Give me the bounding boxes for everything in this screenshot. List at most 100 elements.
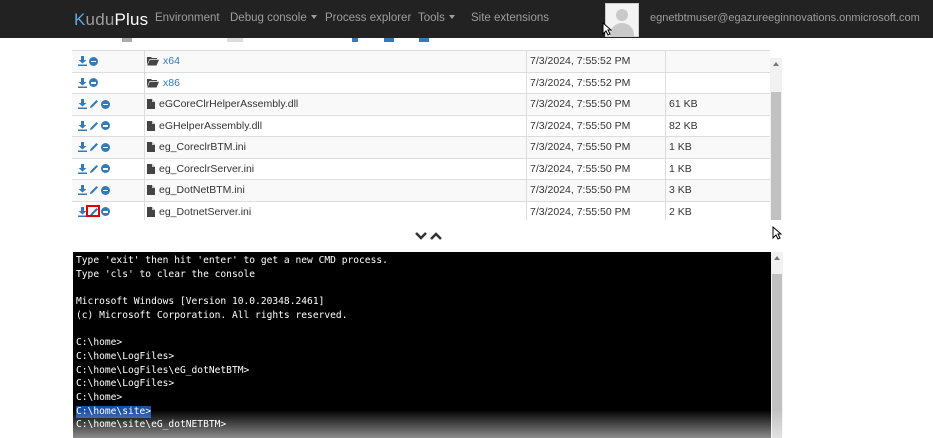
file-name-cell[interactable]: eGCoreClrHelperAssembly.dll: [144, 94, 529, 115]
file-name-label[interactable]: eg_CoreclrBTM.ini: [159, 141, 246, 153]
resize-toggle-chevrons-icon[interactable]: [414, 229, 444, 243]
download-icon[interactable]: [78, 185, 87, 196]
scrollbar-thumb[interactable]: [771, 92, 781, 220]
caret-down-icon: [448, 15, 455, 19]
download-icon[interactable]: [78, 163, 87, 174]
file-size-cell: 82 KB: [665, 115, 774, 137]
edit-pencil-icon[interactable]: [89, 185, 99, 195]
folder-open-icon: [147, 78, 159, 88]
file-name-label[interactable]: x86: [163, 77, 180, 89]
file-name-label[interactable]: eg_DotnetServer.ini: [159, 206, 251, 218]
file-size-cell: [665, 51, 774, 72]
mouse-cursor-icon: [602, 22, 612, 36]
mouse-cursor-icon: [772, 226, 782, 240]
toolbar-remnant: [419, 38, 429, 42]
file-name-label[interactable]: eg_CoreclrServer.ini: [159, 163, 254, 175]
nav-debug-console[interactable]: Debug console: [230, 12, 317, 24]
modified-date-cell: 7/3/2024, 7:55:50 PM: [526, 158, 666, 180]
delete-icon[interactable]: [89, 78, 98, 88]
delete-icon[interactable]: [101, 121, 110, 131]
file-name-cell[interactable]: eg_DotnetServer.ini: [144, 201, 529, 220]
delete-icon[interactable]: [101, 185, 110, 195]
delete-icon[interactable]: [89, 56, 98, 66]
download-icon[interactable]: [78, 120, 87, 131]
file-name-cell[interactable]: eGHelperAssembly.dll: [144, 115, 529, 137]
console-line: Type 'cls' to clear the console: [76, 268, 256, 280]
highlight-marker: [86, 205, 100, 217]
file-name-label[interactable]: eGCoreClrHelperAssembly.dll: [159, 98, 298, 110]
file-icon: [147, 163, 155, 174]
user-email[interactable]: egnetbtmuser@egazureeginnovations.onmicr…: [650, 12, 920, 24]
delete-icon[interactable]: [101, 99, 110, 109]
file-name-label[interactable]: x64: [163, 55, 180, 67]
delete-icon[interactable]: [101, 207, 110, 217]
modified-date-cell: 7/3/2024, 7:55:50 PM: [526, 115, 666, 137]
file-name-cell[interactable]: eg_DotNetBTM.ini: [144, 180, 529, 201]
file-row: x86 7/3/2024, 7:55:52 PM: [72, 71, 770, 94]
file-row-actions: [74, 73, 142, 94]
file-table-scrollbar[interactable]: [770, 58, 782, 220]
file-size-cell: 1 KB: [665, 158, 774, 180]
cmd-console[interactable]: Type 'exit' then hit 'enter' to get a ne…: [73, 252, 771, 438]
file-size-cell: 3 KB: [665, 180, 774, 201]
scrollbar-thumb[interactable]: [772, 274, 782, 438]
delete-icon[interactable]: [101, 142, 110, 152]
nav-site-extensions[interactable]: Site extensions: [471, 12, 549, 24]
file-row-actions: [74, 159, 142, 180]
nav-tools-label: Tools: [418, 12, 445, 24]
file-row-actions: [74, 180, 142, 201]
modified-date-cell: 7/3/2024, 7:55:52 PM: [526, 72, 666, 94]
folder-name-cell[interactable]: x64: [144, 51, 529, 72]
file-row-actions: [74, 137, 142, 158]
file-row: eGHelperAssembly.dll 7/3/2024, 7:55:50 PM…: [72, 114, 770, 137]
file-icon: [147, 120, 155, 131]
console-line: Type 'exit' then hit 'enter' to get a ne…: [76, 255, 388, 266]
file-name-label[interactable]: eGHelperAssembly.dll: [159, 120, 262, 132]
modified-date-cell: 7/3/2024, 7:55:52 PM: [526, 51, 666, 72]
console-scrollbar[interactable]: [771, 252, 783, 438]
brand-plus: Plus: [114, 10, 149, 29]
folder-open-icon: [147, 57, 159, 66]
file-row: eg_CoreclrServer.ini 7/3/2024, 7:55:50 PM…: [72, 157, 770, 180]
file-name-cell[interactable]: eg_CoreclrServer.ini: [144, 158, 529, 180]
modified-date-cell: 7/3/2024, 7:55:50 PM: [526, 137, 666, 158]
edit-pencil-icon[interactable]: [89, 121, 99, 131]
folder-name-cell[interactable]: x86: [144, 72, 529, 94]
edit-pencil-icon[interactable]: [89, 164, 99, 174]
brand-prefix: K: [74, 10, 86, 29]
nav-site-extensions-label: Site extensions: [471, 12, 549, 24]
modified-date-cell: 7/3/2024, 7:55:50 PM: [526, 94, 666, 115]
edit-pencil-icon[interactable]: [89, 99, 99, 109]
kudu-plus-logo[interactable]: KuduPlus: [74, 10, 148, 30]
download-icon[interactable]: [78, 142, 87, 153]
file-name-cell[interactable]: eg_CoreclrBTM.ini: [144, 137, 529, 158]
nav-tools[interactable]: Tools: [418, 12, 455, 24]
file-row-actions: [74, 51, 142, 72]
scroll-up-arrow-icon[interactable]: [773, 62, 779, 66]
avatar-head: [616, 9, 628, 21]
file-row-actions: [74, 202, 142, 221]
file-browser-table: x64 7/3/2024, 7:55:52 PM x86 7/3/2024, 7:55…: [72, 38, 783, 220]
modified-date-cell: 7/3/2024, 7:55:50 PM: [526, 180, 666, 201]
file-icon: [147, 99, 155, 110]
scroll-up-arrow-icon[interactable]: [774, 256, 780, 260]
nav-environment[interactable]: Environment: [155, 12, 220, 24]
toolbar-remnant: [352, 38, 358, 42]
avatar-body: [610, 23, 634, 36]
file-size-cell: 2 KB: [665, 201, 774, 220]
toolbar-remnant: [227, 38, 243, 42]
nav-process-explorer[interactable]: Process explorer: [325, 12, 411, 24]
nav-environment-label: Environment: [155, 12, 220, 24]
delete-icon[interactable]: [101, 164, 110, 174]
console-line: C:\home\site>: [76, 405, 152, 418]
file-row: eGCoreClrHelperAssembly.dll 7/3/2024, 7:5…: [72, 93, 770, 115]
download-icon[interactable]: [78, 56, 87, 67]
file-name-label[interactable]: eg_DotNetBTM.ini: [159, 184, 245, 196]
download-icon[interactable]: [78, 99, 87, 110]
file-row: x64 7/3/2024, 7:55:52 PM: [72, 50, 770, 72]
download-icon[interactable]: [78, 77, 87, 88]
file-icon: [147, 185, 155, 196]
file-size-cell: [665, 72, 774, 94]
edit-pencil-icon[interactable]: [89, 142, 99, 152]
navbar: KuduPlus Environment Debug console Proce…: [0, 0, 933, 38]
